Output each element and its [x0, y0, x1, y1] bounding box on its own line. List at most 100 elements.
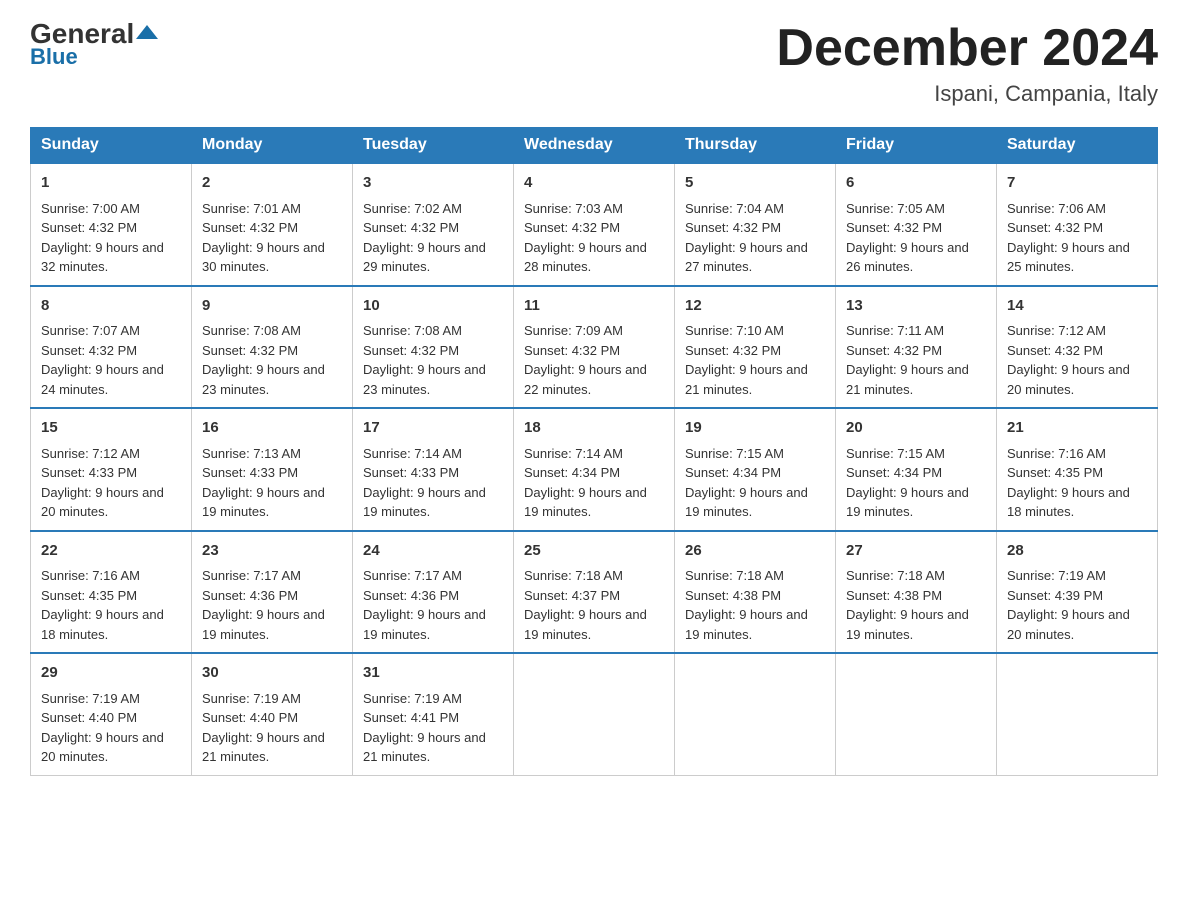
day-number: 6: [846, 172, 986, 195]
table-row: 17Sunrise: 7:14 AMSunset: 4:33 PMDayligh…: [353, 408, 514, 531]
col-wednesday: Wednesday: [514, 128, 675, 164]
day-number: 4: [524, 172, 664, 195]
day-info: Sunrise: 7:12 AMSunset: 4:33 PMDaylight:…: [41, 446, 164, 520]
day-info: Sunrise: 7:02 AMSunset: 4:32 PMDaylight:…: [363, 201, 486, 275]
day-info: Sunrise: 7:13 AMSunset: 4:33 PMDaylight:…: [202, 446, 325, 520]
table-row: [514, 653, 675, 775]
day-number: 23: [202, 540, 342, 563]
day-number: 5: [685, 172, 825, 195]
col-friday: Friday: [836, 128, 997, 164]
day-info: Sunrise: 7:14 AMSunset: 4:33 PMDaylight:…: [363, 446, 486, 520]
table-row: 15 Sunrise: 7:12 AMSunset: 4:33 PMDayligh…: [31, 408, 192, 531]
col-sunday: Sunday: [31, 128, 192, 164]
day-info: Sunrise: 7:17 AMSunset: 4:36 PMDaylight:…: [363, 568, 486, 642]
table-row: 16 Sunrise: 7:13 AMSunset: 4:33 PMDayligh…: [192, 408, 353, 531]
table-row: 1 Sunrise: 7:00 AMSunset: 4:32 PMDaylight…: [31, 163, 192, 286]
day-info: Sunrise: 7:19 AMSunset: 4:40 PMDaylight:…: [41, 691, 164, 765]
day-info: Sunrise: 7:11 AMSunset: 4:32 PMDaylight:…: [846, 323, 969, 397]
day-info: Sunrise: 7:12 AMSunset: 4:32 PMDaylight:…: [1007, 323, 1130, 397]
day-info: Sunrise: 7:08 AMSunset: 4:32 PMDaylight:…: [202, 323, 325, 397]
day-number: 1: [41, 172, 181, 195]
table-row: 23 Sunrise: 7:17 AMSunset: 4:36 PMDayligh…: [192, 531, 353, 654]
day-info: Sunrise: 7:16 AMSunset: 4:35 PMDaylight:…: [1007, 446, 1130, 520]
calendar-week-row: 29 Sunrise: 7:19 AMSunset: 4:40 PMDayligh…: [31, 653, 1158, 775]
day-info: Sunrise: 7:19 AMSunset: 4:39 PMDaylight:…: [1007, 568, 1130, 642]
col-thursday: Thursday: [675, 128, 836, 164]
title-block: December 2024 Ispani, Campania, Italy: [776, 20, 1158, 107]
table-row: 18 Sunrise: 7:14 AMSunset: 4:34 PMDayligh…: [514, 408, 675, 531]
table-row: 11 Sunrise: 7:09 AMSunset: 4:32 PMDayligh…: [514, 286, 675, 409]
day-info: Sunrise: 7:19 AMSunset: 4:41 PMDaylight:…: [363, 691, 486, 765]
day-info: Sunrise: 7:10 AMSunset: 4:32 PMDaylight:…: [685, 323, 808, 397]
day-info: Sunrise: 7:18 AMSunset: 4:37 PMDaylight:…: [524, 568, 647, 642]
day-info: Sunrise: 7:09 AMSunset: 4:32 PMDaylight:…: [524, 323, 647, 397]
col-tuesday: Tuesday: [353, 128, 514, 164]
day-info: Sunrise: 7:18 AMSunset: 4:38 PMDaylight:…: [846, 568, 969, 642]
day-number: 18: [524, 417, 664, 440]
day-info: Sunrise: 7:06 AMSunset: 4:32 PMDaylight:…: [1007, 201, 1130, 275]
day-number: 10: [363, 295, 503, 318]
day-number: 21: [1007, 417, 1147, 440]
table-row: 3Sunrise: 7:02 AMSunset: 4:32 PMDaylight…: [353, 163, 514, 286]
table-row: 28 Sunrise: 7:19 AMSunset: 4:39 PMDayligh…: [997, 531, 1158, 654]
day-info: Sunrise: 7:04 AMSunset: 4:32 PMDaylight:…: [685, 201, 808, 275]
day-number: 15: [41, 417, 181, 440]
table-row: 9 Sunrise: 7:08 AMSunset: 4:32 PMDaylight…: [192, 286, 353, 409]
day-info: Sunrise: 7:18 AMSunset: 4:38 PMDaylight:…: [685, 568, 808, 642]
day-number: 24: [363, 540, 503, 563]
day-number: 20: [846, 417, 986, 440]
page-header: General Blue December 2024 Ispani, Campa…: [30, 20, 1158, 107]
day-number: 8: [41, 295, 181, 318]
day-info: Sunrise: 7:07 AMSunset: 4:32 PMDaylight:…: [41, 323, 164, 397]
table-row: 30Sunrise: 7:19 AMSunset: 4:40 PMDayligh…: [192, 653, 353, 775]
table-row: 10 Sunrise: 7:08 AMSunset: 4:32 PMDayligh…: [353, 286, 514, 409]
table-row: 5 Sunrise: 7:04 AMSunset: 4:32 PMDaylight…: [675, 163, 836, 286]
day-number: 14: [1007, 295, 1147, 318]
table-row: 20 Sunrise: 7:15 AMSunset: 4:34 PMDayligh…: [836, 408, 997, 531]
day-number: 16: [202, 417, 342, 440]
day-number: 25: [524, 540, 664, 563]
day-info: Sunrise: 7:08 AMSunset: 4:32 PMDaylight:…: [363, 323, 486, 397]
table-row: [675, 653, 836, 775]
day-info: Sunrise: 7:15 AMSunset: 4:34 PMDaylight:…: [846, 446, 969, 520]
table-row: 29 Sunrise: 7:19 AMSunset: 4:40 PMDayligh…: [31, 653, 192, 775]
calendar-week-row: 15 Sunrise: 7:12 AMSunset: 4:33 PMDayligh…: [31, 408, 1158, 531]
table-row: 24 Sunrise: 7:17 AMSunset: 4:36 PMDayligh…: [353, 531, 514, 654]
page-title: December 2024: [776, 20, 1158, 77]
table-row: 19 Sunrise: 7:15 AMSunset: 4:34 PMDayligh…: [675, 408, 836, 531]
table-row: 25 Sunrise: 7:18 AMSunset: 4:37 PMDayligh…: [514, 531, 675, 654]
table-row: 7 Sunrise: 7:06 AMSunset: 4:32 PMDaylight…: [997, 163, 1158, 286]
day-number: 22: [41, 540, 181, 563]
calendar-week-row: 22 Sunrise: 7:16 AMSunset: 4:35 PMDayligh…: [31, 531, 1158, 654]
day-number: 9: [202, 295, 342, 318]
table-row: 12 Sunrise: 7:10 AMSunset: 4:32 PMDayligh…: [675, 286, 836, 409]
day-number: 13: [846, 295, 986, 318]
day-number: 7: [1007, 172, 1147, 195]
col-monday: Monday: [192, 128, 353, 164]
day-number: 12: [685, 295, 825, 318]
day-number: 19: [685, 417, 825, 440]
day-info: Sunrise: 7:16 AMSunset: 4:35 PMDaylight:…: [41, 568, 164, 642]
day-info: Sunrise: 7:19 AMSunset: 4:40 PMDaylight:…: [202, 691, 325, 765]
table-row: [997, 653, 1158, 775]
calendar-week-row: 1 Sunrise: 7:00 AMSunset: 4:32 PMDaylight…: [31, 163, 1158, 286]
day-info: Sunrise: 7:00 AMSunset: 4:32 PMDaylight:…: [41, 201, 164, 275]
calendar-header-row: Sunday Monday Tuesday Wednesday Thursday…: [31, 128, 1158, 164]
table-row: [836, 653, 997, 775]
day-info: Sunrise: 7:14 AMSunset: 4:34 PMDaylight:…: [524, 446, 647, 520]
table-row: 4Sunrise: 7:03 AMSunset: 4:32 PMDaylight…: [514, 163, 675, 286]
day-number: 11: [524, 295, 664, 318]
day-number: 2: [202, 172, 342, 195]
day-number: 27: [846, 540, 986, 563]
logo-blue: Blue: [30, 44, 78, 70]
day-info: Sunrise: 7:17 AMSunset: 4:36 PMDaylight:…: [202, 568, 325, 642]
col-saturday: Saturday: [997, 128, 1158, 164]
table-row: 31Sunrise: 7:19 AMSunset: 4:41 PMDayligh…: [353, 653, 514, 775]
table-row: 6Sunrise: 7:05 AMSunset: 4:32 PMDaylight…: [836, 163, 997, 286]
day-number: 28: [1007, 540, 1147, 563]
table-row: 22 Sunrise: 7:16 AMSunset: 4:35 PMDayligh…: [31, 531, 192, 654]
table-row: 14 Sunrise: 7:12 AMSunset: 4:32 PMDayligh…: [997, 286, 1158, 409]
calendar-table: Sunday Monday Tuesday Wednesday Thursday…: [30, 127, 1158, 776]
day-info: Sunrise: 7:15 AMSunset: 4:34 PMDaylight:…: [685, 446, 808, 520]
day-number: 29: [41, 662, 181, 685]
